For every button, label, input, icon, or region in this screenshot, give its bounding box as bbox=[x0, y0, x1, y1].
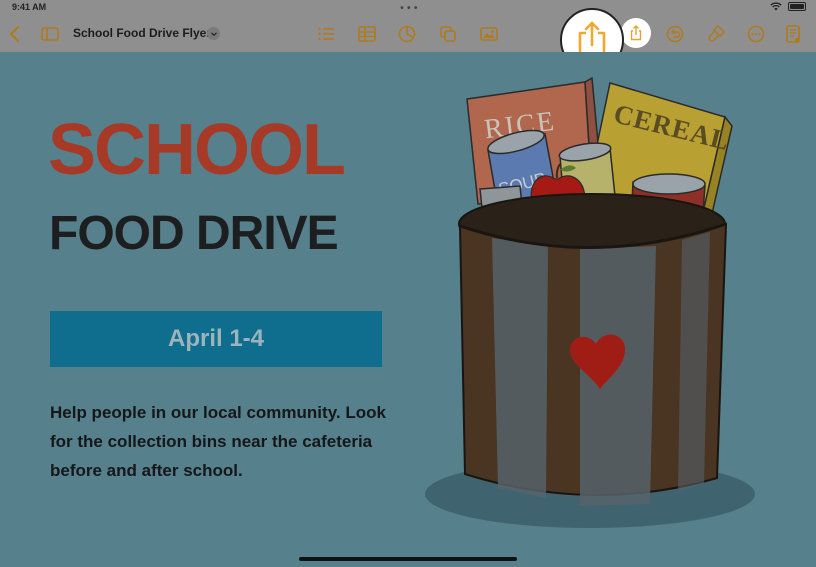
food-bin-illustration[interactable]: RICE CEREAL SOUP bbox=[420, 74, 760, 544]
toolbar: 9:41 AM ••• School Food Drive Flyer bbox=[0, 0, 816, 52]
back-icon[interactable] bbox=[3, 22, 27, 46]
shapes-icon[interactable] bbox=[436, 22, 460, 46]
bin-stripe-1 bbox=[492, 238, 548, 498]
sidebar-icon[interactable] bbox=[38, 22, 62, 46]
media-icon[interactable] bbox=[477, 22, 501, 46]
document-canvas[interactable]: SCHOOL FOOD DRIVE April 1-4 Help people … bbox=[0, 52, 816, 567]
share-icon bbox=[630, 25, 642, 41]
share-button-toolbar[interactable] bbox=[621, 18, 651, 48]
list-icon[interactable] bbox=[314, 22, 338, 46]
date-text: April 1-4 bbox=[167, 325, 265, 352]
flyer-headline[interactable]: SCHOOL bbox=[48, 114, 346, 186]
document-title[interactable]: School Food Drive Flyer bbox=[73, 26, 211, 40]
format-brush-icon[interactable] bbox=[704, 22, 728, 46]
flyer-subheadline[interactable]: FOOD DRIVE bbox=[49, 210, 339, 258]
status-time: 9:41 AM bbox=[12, 2, 47, 12]
chart-icon[interactable] bbox=[395, 22, 419, 46]
multitask-dots[interactable]: ••• bbox=[399, 4, 420, 14]
date-banner[interactable]: April 1-4 bbox=[50, 311, 382, 367]
chevron-down-icon[interactable] bbox=[207, 27, 220, 40]
wifi-icon bbox=[770, 2, 782, 11]
home-indicator[interactable] bbox=[299, 557, 517, 561]
table-icon[interactable] bbox=[355, 22, 379, 46]
battery-icon bbox=[788, 2, 806, 11]
status-indicators bbox=[770, 2, 806, 11]
flyer-blurb[interactable]: Help people in our local community. Look… bbox=[50, 398, 390, 485]
document-setup-icon[interactable] bbox=[781, 22, 805, 46]
more-icon[interactable] bbox=[744, 22, 768, 46]
undo-icon[interactable] bbox=[663, 22, 687, 46]
